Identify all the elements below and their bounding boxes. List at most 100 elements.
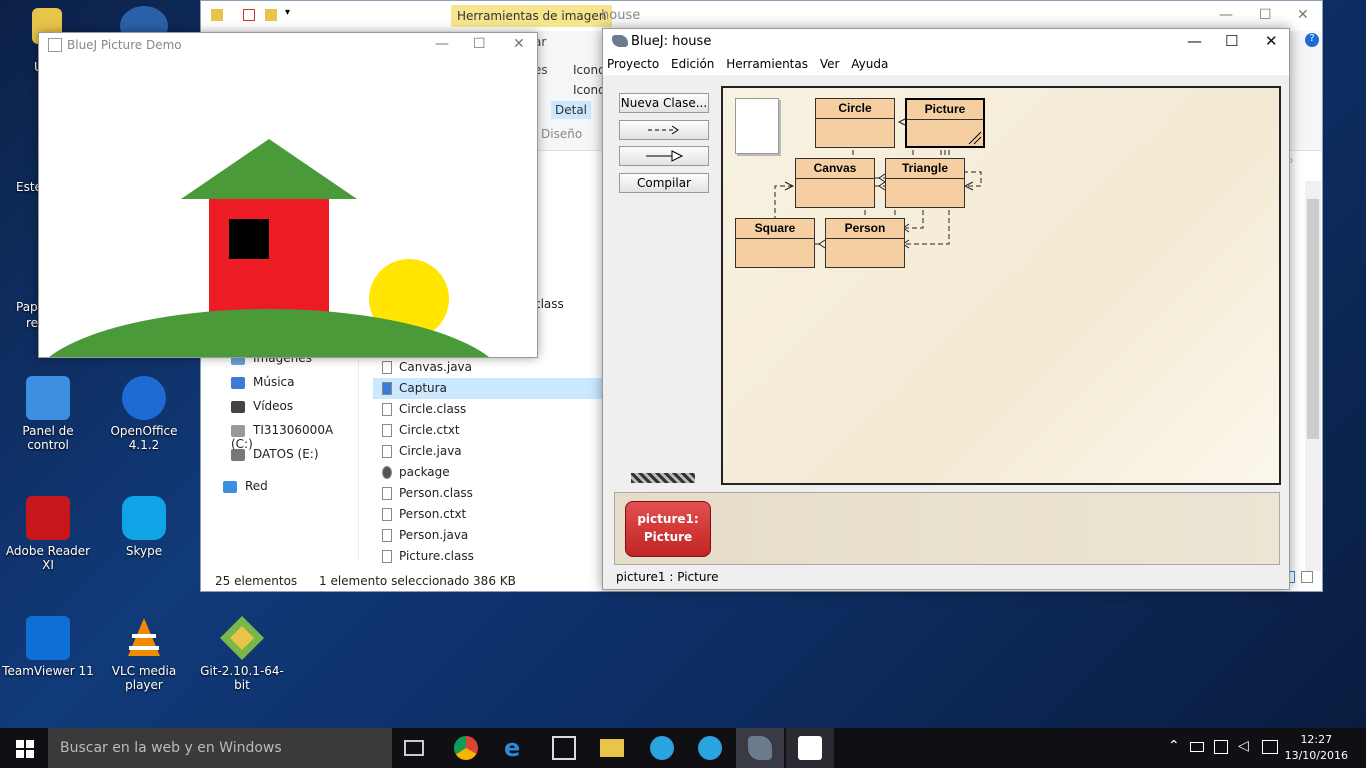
close-button[interactable]: ✕ [1265,32,1278,50]
file-item[interactable]: Person.java [373,525,603,546]
desktop-icon-openoffice[interactable]: OpenOffice 4.1.2 [96,376,192,452]
chevron-up-icon[interactable]: ⌃ [1168,738,1180,754]
git-icon [220,616,264,660]
nav-item-videos[interactable]: Vídeos [231,399,293,413]
battery-icon[interactable] [1190,742,1204,752]
picture-demo-window[interactable]: BlueJ Picture Demo — ☐ ✕ [38,32,538,358]
inheritance-arrow-button[interactable] [619,146,709,166]
taskbar-search-box[interactable]: Buscar en la web y en Windows [48,728,392,768]
class-picture[interactable]: Picture [905,98,985,148]
windows-start-icon[interactable] [16,740,34,758]
class-circle[interactable]: Circle [815,98,895,148]
system-clock[interactable]: 12:27 13/10/2016 [1285,732,1348,764]
file-item[interactable]: Person.class [373,483,603,504]
scrollbar[interactable] [1305,181,1321,571]
class-diagram[interactable]: Circle Picture Canvas Triangle Square Pe… [721,86,1281,485]
machine-progress-indicator [631,473,695,483]
file-item[interactable]: Picture.class [373,546,603,567]
network-status-icon[interactable] [1214,740,1228,754]
file-item[interactable]: Circle.ctxt [373,420,603,441]
object-picture1[interactable]: picture1: Picture [625,501,711,557]
task-view-icon[interactable] [404,740,424,756]
keyboard-icon[interactable] [1262,740,1278,754]
desktop-icon-vlc[interactable]: VLC media player [96,616,192,692]
telegram-icon[interactable] [650,736,674,760]
control-panel-icon [26,376,70,420]
class-canvas[interactable]: Canvas [795,158,875,208]
uses-arrow-button[interactable] [619,120,709,140]
details-option[interactable]: Detal [551,101,592,119]
help-icon[interactable]: ? [1305,33,1319,47]
desktop-icon-panel-de-control[interactable]: Panel de control [0,376,96,452]
nav-item-drive-e[interactable]: DATOS (E:) [231,447,319,461]
desktop-icon-adobe-reader[interactable]: Adobe Reader XI [0,496,96,572]
file-item[interactable]: Canvas.java [373,357,603,378]
desktop-icon-skype[interactable]: Skype [96,496,192,558]
file-item-selected[interactable]: Captura [373,378,603,399]
file-item[interactable]: package [373,462,603,483]
bluej-title: BlueJ: house [631,34,712,49]
image-tools-tab[interactable]: Herramientas de imagen [451,5,613,27]
desktop-icon-teamviewer[interactable]: TeamViewer 11 [0,616,96,678]
file-item[interactable]: Circle.java [373,441,603,462]
compile-button[interactable]: Compilar [619,173,709,193]
explorer-status-bar: 25 elementos 1 elemento seleccionado 386… [215,574,516,588]
bluej-titlebar[interactable]: BlueJ: house — ☐ ✕ [603,29,1289,55]
skype-icon [122,496,166,540]
menu-edicion[interactable]: Edición [667,55,718,73]
solid-arrow-icon [646,150,684,162]
bluej-bird-icon [748,736,772,760]
java-icon [48,38,62,52]
explorer-titlebar[interactable]: ▾ Herramientas de imagen house — ☐ ✕ [201,1,1322,31]
demo-titlebar[interactable]: BlueJ Picture Demo — ☐ ✕ [39,33,537,59]
readme-document-icon[interactable] [735,98,779,154]
desktop-icon-git[interactable]: Git-2.10.1-64-bit [194,616,290,692]
nav-item-red[interactable]: Red [223,479,268,493]
bluej-bird-icon [612,35,628,47]
quick-access-dropdown-icon[interactable]: ▾ [285,7,290,18]
maximize-button[interactable]: ☐ [1225,32,1238,50]
close-button[interactable]: ✕ [1297,7,1309,23]
new-folder-icon[interactable] [265,9,277,21]
folder-icon [211,9,223,21]
icons-medium-option[interactable]: Icono [573,63,605,77]
close-button[interactable]: ✕ [513,36,525,52]
store-icon[interactable] [552,736,576,760]
menu-ayuda[interactable]: Ayuda [847,55,892,73]
menu-herramientas[interactable]: Herramientas [722,55,812,73]
vlc-icon [122,616,166,660]
minimize-button[interactable]: — [435,36,449,52]
class-triangle[interactable]: Triangle [885,158,965,208]
maximize-button[interactable]: ☐ [1259,7,1272,23]
chrome-icon[interactable] [454,736,478,760]
large-icons-view-icon[interactable] [1301,571,1313,583]
edge-icon[interactable]: e [504,736,528,760]
java-taskbar-button[interactable] [786,728,834,768]
minimize-button[interactable]: — [1219,7,1233,23]
object-bench: picture1: Picture [614,492,1280,565]
file-item[interactable]: Circle.class [373,399,603,420]
menu-proyecto[interactable]: Proyecto [603,55,663,73]
house-roof [181,139,357,199]
maximize-button[interactable]: ☐ [473,36,486,52]
layout-group-label: Diseño [541,127,583,141]
menu-ver[interactable]: Ver [816,55,844,73]
resize-handle-icon [968,131,982,145]
minimize-button[interactable]: — [1187,32,1202,50]
menu-bar: Proyecto Edición Herramientas Ver Ayuda [603,55,1289,75]
explorer-title: house [601,8,641,23]
icons-small-option[interactable]: Icono [573,83,605,97]
dashed-arrow-icon [648,125,679,135]
openoffice-icon [122,376,166,420]
file-explorer-icon[interactable] [600,739,624,757]
volume-icon[interactable]: ◁ [1238,738,1249,754]
class-square[interactable]: Square [735,218,815,268]
class-person[interactable]: Person [825,218,905,268]
bluej-taskbar-button[interactable] [736,728,784,768]
bluej-window[interactable]: BlueJ: house — ☐ ✕ Proyecto Edición Herr… [602,28,1290,590]
telegram-icon-2[interactable] [698,736,722,760]
properties-icon[interactable] [243,9,255,21]
new-class-button[interactable]: Nueva Clase... [619,93,709,113]
file-item[interactable]: Person.ctxt [373,504,603,525]
nav-item-musica[interactable]: Música [231,375,295,389]
